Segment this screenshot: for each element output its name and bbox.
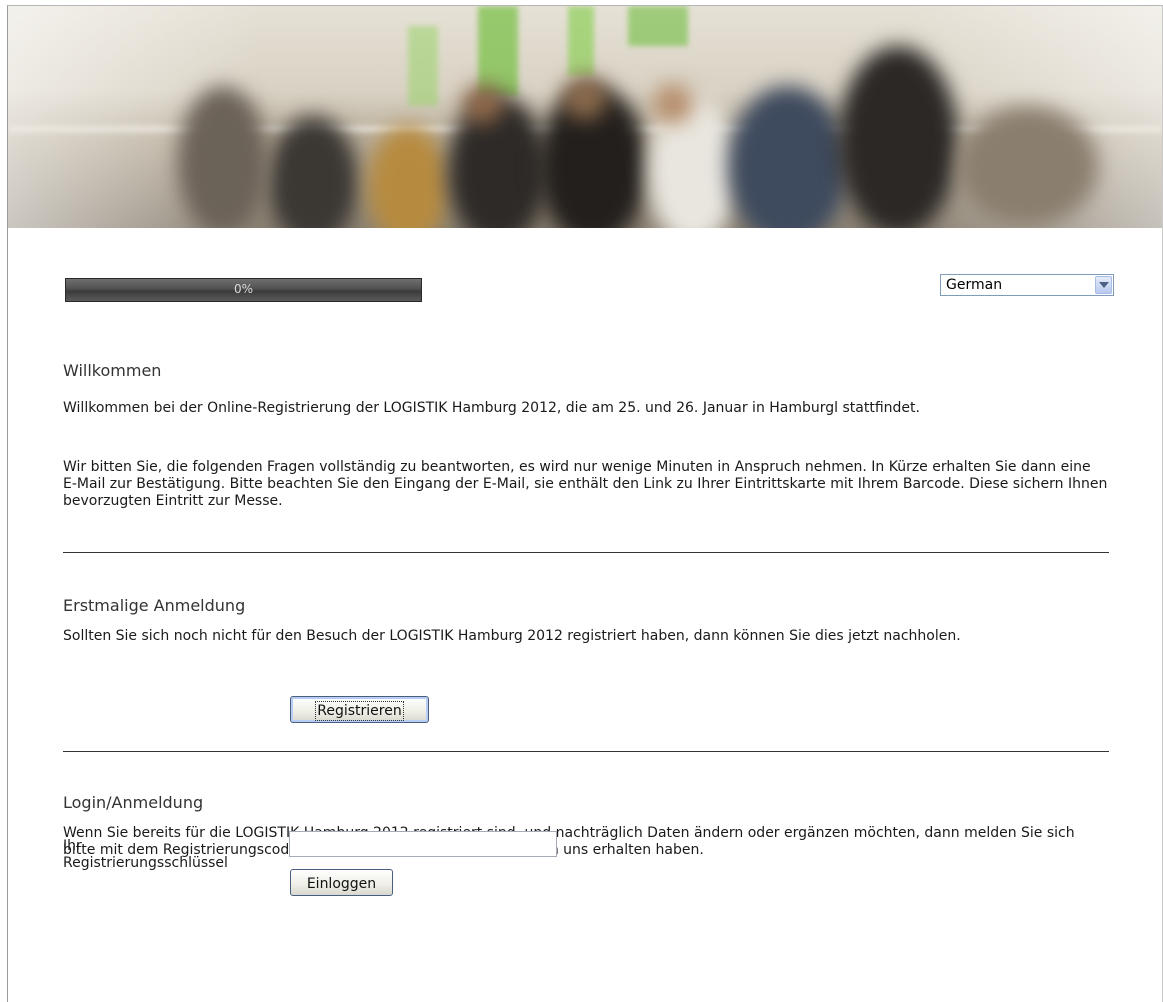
login-button[interactable]: Einloggen — [290, 869, 393, 896]
banner-shape — [563, 76, 607, 120]
chevron-down-icon[interactable] — [1095, 276, 1112, 294]
registration-key-label: Ihr Registrierungsschlüssel — [63, 838, 228, 872]
divider — [63, 751, 1109, 752]
banner-shape — [408, 26, 438, 106]
page-frame: 0% German Willkommen Willkommen bei der … — [7, 5, 1163, 1002]
register-button[interactable]: Registrieren — [290, 696, 429, 723]
divider — [63, 552, 1109, 553]
banner-shape — [268, 116, 358, 228]
banner-shape — [178, 86, 268, 228]
register-button-label: Registrieren — [315, 701, 404, 721]
banner-shape — [728, 86, 848, 228]
banner-shape — [958, 106, 1098, 226]
banner-shape — [628, 6, 688, 46]
banner-shape — [368, 126, 448, 228]
registration-key-label-line2: Registrierungsschlüssel — [63, 855, 228, 871]
login-button-label: Einloggen — [306, 876, 377, 892]
banner-shape — [838, 46, 958, 228]
language-selected-value: German — [946, 277, 1003, 293]
welcome-instructions: Wir bitten Sie, die folgenden Fragen vol… — [63, 459, 1108, 509]
login-heading: Login/Anmeldung — [63, 793, 204, 812]
welcome-heading: Willkommen — [63, 361, 162, 380]
registration-key-input[interactable] — [289, 831, 557, 857]
banner-shape — [568, 6, 594, 76]
first-registration-heading: Erstmalige Anmeldung — [63, 596, 246, 615]
banner-shape — [478, 6, 518, 96]
progress-bar: 0% — [65, 278, 422, 302]
language-select[interactable]: German — [940, 274, 1114, 296]
first-registration-text: Sollten Sie sich noch nicht für den Besu… — [63, 628, 961, 644]
registration-key-label-line1: Ihr — [63, 838, 82, 854]
banner-shape — [653, 84, 693, 124]
welcome-text: Willkommen bei der Online-Registrierung … — [63, 400, 920, 416]
header-banner-image — [8, 6, 1162, 228]
banner-shape — [463, 84, 503, 124]
progress-label: 0% — [233, 282, 254, 296]
